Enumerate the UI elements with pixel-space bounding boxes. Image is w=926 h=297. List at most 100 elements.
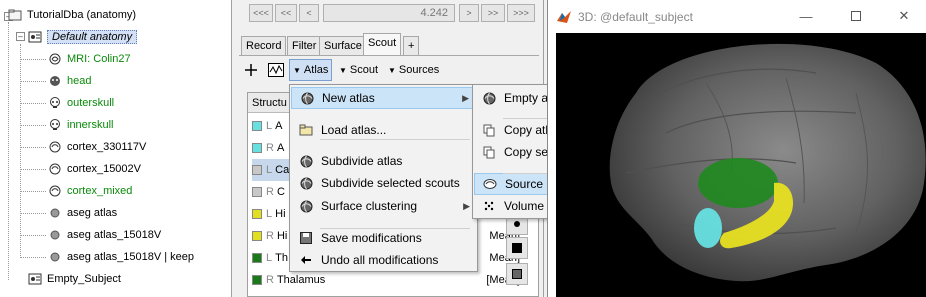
tab-scout[interactable]: Scout — [363, 33, 402, 55]
time-value-field[interactable]: 4.242 — [323, 4, 455, 22]
amygdala-region — [694, 208, 722, 248]
tree-item[interactable]: innerskull — [48, 114, 113, 136]
scout-hemisphere: R — [266, 274, 274, 286]
scout-toolbar: ▼ Atlas ▼ Scout ▼ Sources — [239, 59, 539, 81]
atlas-menu-item[interactable]: Undo all modifications — [291, 249, 476, 271]
nav-fast-back-button[interactable]: << — [275, 4, 297, 22]
atlas-menu-item-label: Save modifications — [321, 231, 422, 245]
save-icon — [299, 231, 313, 245]
chevron-right-icon: ▶ — [463, 200, 470, 211]
scout-name: Th — [275, 252, 288, 264]
tree-root-label: TutorialDba (anatomy) — [27, 9, 137, 21]
tree-collapse-toggle[interactable]: – — [16, 32, 25, 41]
crosshair-icon[interactable] — [243, 59, 259, 81]
scout-side-buttons — [506, 213, 528, 297]
atlas-menu-item[interactable]: Load atlas... — [291, 119, 476, 141]
tree-line — [20, 235, 46, 236]
close-icon[interactable]: ✕ — [894, 6, 914, 26]
atlas-menu-item-label: Surface clustering — [321, 199, 418, 213]
tree-item[interactable]: outerskull — [48, 92, 114, 114]
tree-root-node[interactable]: TutorialDba (anatomy) — [8, 4, 136, 26]
nav-last-button[interactable]: >>> — [507, 4, 535, 22]
atlas-menu-item-label: New atlas — [322, 91, 375, 105]
atlas-menu-item[interactable]: New atlas ▶ — [291, 87, 476, 109]
scout-menu-button[interactable]: ▼ Scout — [339, 59, 378, 81]
tab-filter[interactable]: Filter — [287, 36, 322, 55]
atlas-menu-item[interactable]: Surface clustering ▶ — [291, 195, 476, 217]
scout-hemisphere: R — [266, 186, 274, 198]
scout-color-swatch — [252, 209, 262, 219]
tree-item-label: cortex_15002V — [67, 163, 141, 175]
tab-record[interactable]: Record — [241, 36, 287, 55]
folder-icon — [8, 8, 22, 22]
tree-item-label: outerskull — [67, 97, 115, 109]
globe-icon — [299, 154, 313, 168]
skull-icon — [48, 96, 62, 110]
nav-back-button[interactable]: < — [299, 4, 319, 22]
head-icon — [48, 74, 62, 88]
undo-icon — [299, 253, 313, 267]
3d-viewport[interactable] — [556, 33, 926, 297]
copy-icon — [482, 145, 496, 159]
tree-line — [20, 103, 46, 104]
scout-color-swatch — [252, 275, 262, 285]
tree-empty-subject-node[interactable]: Empty_Subject — [28, 268, 121, 290]
copy-icon — [482, 123, 496, 137]
square-outline-button[interactable] — [506, 263, 528, 285]
tree-item-label: cortex_330117V — [67, 141, 147, 153]
nav-first-button[interactable]: <<< — [249, 4, 273, 22]
scout-menu-label: Scout — [349, 64, 379, 76]
scout-color-swatch — [252, 143, 262, 153]
chevron-down-icon: ▼ — [293, 65, 301, 75]
menu-separator — [320, 139, 470, 140]
scout-hemisphere: L — [266, 120, 273, 132]
thalamus-region — [698, 158, 778, 208]
atlas-menu-item-label: Subdivide selected scouts — [321, 176, 460, 190]
tree-item[interactable]: aseg atlas — [48, 202, 117, 224]
database-tree: – TutorialDba (anatomy) – Default anatom… — [0, 0, 232, 297]
cortex-icon — [48, 140, 62, 154]
tab-surface[interactable]: Surface — [319, 36, 367, 55]
atlas-menu-item[interactable]: Save modifications — [291, 227, 476, 249]
scout-name: Thalamus — [276, 274, 326, 286]
nav-forward-button[interactable]: > — [459, 4, 479, 22]
scout-name: Hi — [275, 208, 286, 220]
tree-item[interactable]: MRI: Colin27 — [48, 48, 131, 70]
scout-name: A — [276, 142, 285, 154]
scout-name: Hi — [276, 230, 288, 242]
tree-item[interactable]: cortex_330117V — [48, 136, 146, 158]
timeseries-icon[interactable] — [267, 59, 285, 81]
tree-subject-node[interactable]: Default anatomy — [28, 26, 138, 48]
figure-3d-window: 3D: @default_subject — ✕ — [547, 0, 926, 297]
matlab-icon — [556, 9, 572, 25]
minimize-icon[interactable]: — — [796, 6, 816, 26]
tree-line — [20, 191, 46, 192]
tree-item[interactable]: head — [48, 70, 91, 92]
nav-fast-forward-button[interactable]: >> — [481, 4, 505, 22]
maximize-icon[interactable] — [846, 6, 866, 26]
tree-line — [20, 81, 46, 82]
scout-hemisphere: L — [266, 208, 273, 220]
brain-outline-icon — [483, 177, 497, 191]
tree-item[interactable]: aseg atlas_15018V — [48, 224, 161, 246]
tree-item[interactable]: cortex_mixed — [48, 180, 132, 202]
globe-icon — [300, 91, 314, 105]
window-title: 3D: @default_subject — [578, 9, 693, 24]
scout-row[interactable]: R Thalamus [Mean] — [252, 269, 522, 291]
atlas-menu-item-label: Undo all modifications — [321, 253, 439, 267]
tree-item[interactable]: cortex_15002V — [48, 158, 141, 180]
atlas-menu-item[interactable]: Subdivide atlas — [291, 150, 476, 172]
scout-hemisphere: R — [266, 230, 274, 242]
tab-add[interactable]: + — [403, 36, 419, 55]
cortex-icon — [48, 184, 62, 198]
atlas-menu-item-label: Subdivide atlas — [321, 154, 403, 168]
tree-line — [20, 125, 46, 126]
sources-menu-button[interactable]: ▼ Sources — [388, 59, 439, 81]
dot-icon — [48, 250, 62, 264]
square-button[interactable] — [506, 237, 528, 259]
tree-item[interactable]: aseg atlas_15018V | keep — [48, 246, 194, 268]
tree-item-label: cortex_mixed — [67, 185, 133, 197]
atlas-menu-button[interactable]: ▼ Atlas — [289, 59, 333, 81]
atlas-menu-item[interactable]: Subdivide selected scouts — [291, 172, 476, 194]
scout-hemisphere: L — [266, 164, 273, 176]
